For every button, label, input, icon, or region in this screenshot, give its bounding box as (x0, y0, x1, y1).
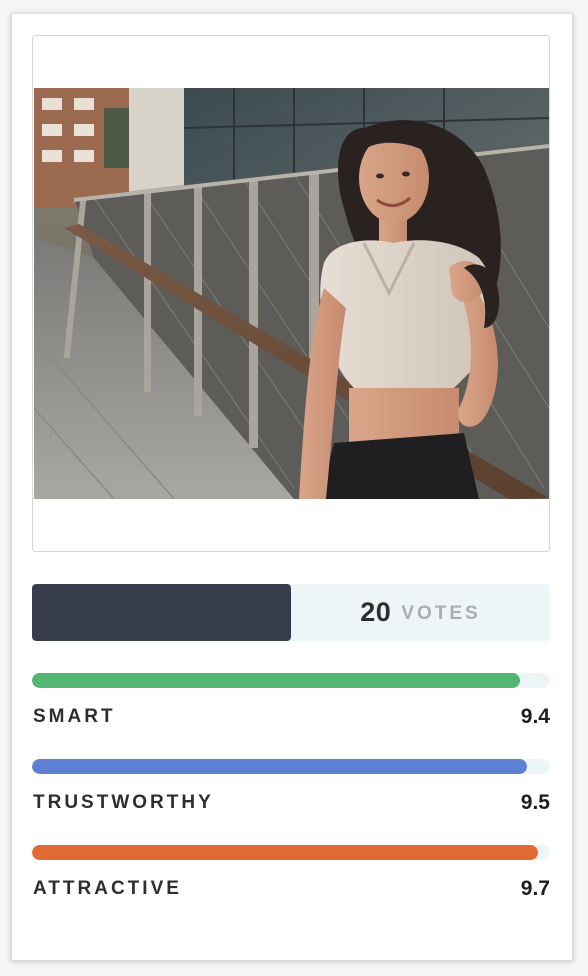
trait-track (32, 673, 550, 688)
profile-photo[interactable] (34, 88, 549, 499)
trait-track (32, 845, 550, 860)
votes-count: 20 (360, 597, 392, 627)
votes-label: VOTES (401, 602, 481, 624)
trait-name: ATTRACTIVE (33, 878, 182, 899)
rating-card: 20 VOTES SMART 9.4 TRUSTWORTHY 9.5 ATTRA… (11, 13, 573, 961)
votes-summary: 20 VOTES (291, 584, 550, 641)
trait-name: SMART (33, 706, 116, 727)
votes-bar: 20 VOTES (32, 584, 550, 641)
trait-name: TRUSTWORTHY (33, 792, 214, 813)
photo-frame (32, 35, 550, 552)
trait-score: 9.4 (520, 705, 550, 728)
votes-fill (32, 584, 291, 641)
trait-fill (32, 673, 521, 688)
trait-score: 9.5 (520, 791, 550, 814)
trait-fill (32, 759, 527, 774)
trait-track (32, 759, 550, 774)
trait-trustworthy: TRUSTWORTHY 9.5 (32, 759, 550, 819)
trait-smart: SMART 9.4 (32, 673, 550, 733)
trait-attractive: ATTRACTIVE 9.7 (32, 845, 550, 905)
trait-fill (32, 845, 539, 860)
trait-score: 9.7 (520, 877, 550, 900)
